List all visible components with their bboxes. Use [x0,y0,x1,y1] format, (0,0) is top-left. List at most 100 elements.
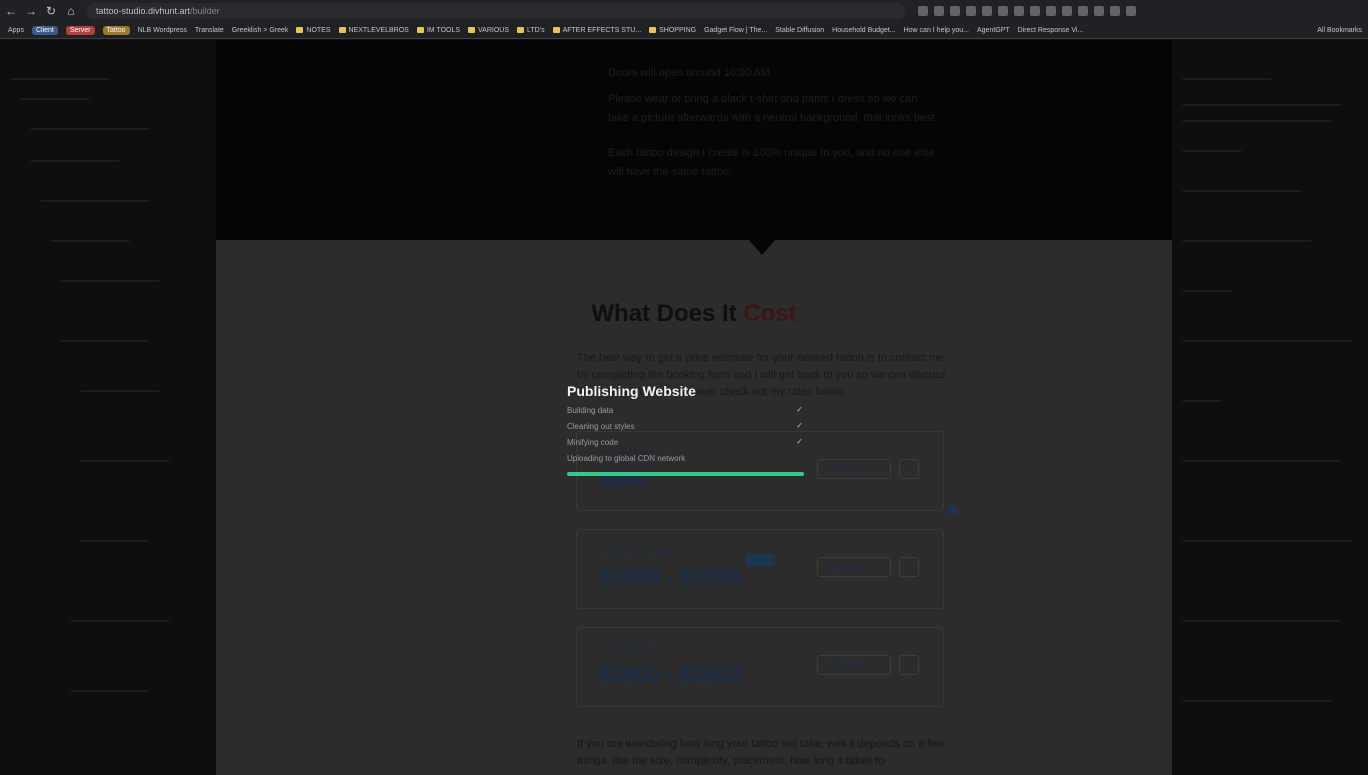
bookmark-folder[interactable]: NOTES [296,26,331,34]
read-more-label: Read More [825,464,871,474]
url-path: /builder [190,6,220,16]
extension-icon[interactable] [950,6,960,16]
bookmark-label: LTD's [527,26,545,34]
bookmark-folder[interactable]: NEXTLEVELBROS [338,26,409,34]
folder-icon [517,27,525,33]
card-label: ⏱ Half-Day Rate [601,546,675,557]
bookmark-tag[interactable]: Client [31,25,58,35]
bookmark-label: Gadget Flow | The... [704,26,768,34]
bookmark-site[interactable]: NLB Wordpress [138,27,187,34]
publish-step-label: Minifying code [567,437,619,447]
bookmark-label: Apps [8,26,24,34]
add-icon[interactable]: + [899,459,919,479]
check-icon: ✓ [796,437,803,446]
publish-step-label: Uploading to global CDN network [567,453,686,463]
card-label-text: Half-Day Rate [611,546,675,557]
progress-fill [567,472,804,476]
bookmark-site[interactable]: Greeklish > Greek [232,27,289,34]
resize-handle[interactable] [948,505,958,515]
reload-icon[interactable]: ↻ [42,2,60,20]
extension-icon[interactable] [934,6,944,16]
extension-icon[interactable] [1094,6,1104,16]
bookmark-site[interactable]: Direct Response Vi... [1018,27,1084,34]
section-title-main: What Does It [591,300,744,327]
bookmark-folder[interactable]: VARIOUS [468,27,509,34]
bookmark-label: How can I help you... [903,26,969,34]
progress-bar [567,472,804,476]
bookmark-tag[interactable]: Tattoo [102,25,130,35]
extension-icon[interactable] [998,6,1008,16]
extension-icon[interactable] [966,6,976,16]
back-icon[interactable]: ← [2,2,20,20]
extension-icon[interactable] [1126,6,1136,16]
bookmark-site[interactable]: Gadget Flow | The... [704,27,767,34]
card-price: $2000 - $2500 [599,662,741,687]
bookmark-label: AFTER EFFECTS STU... [562,26,642,34]
publish-step-label: Cleaning out styles [567,421,635,431]
section-notch [748,239,776,255]
address-bar[interactable]: tattoo-studio.divhunt.art/builder [86,3,906,19]
extension-icon[interactable] [1014,6,1024,16]
duration-text[interactable]: If you are wondering how long your tatto… [577,736,947,770]
card-label-text: Day Rate [611,644,654,655]
bookmark-tag[interactable]: Server [65,25,95,35]
layers-panel [0,40,216,775]
price-card[interactable]: ⏱ Half-Day Rate $1000 - $1250 Read More … [576,529,944,609]
price-card[interactable]: ⏱ Day Rate $2000 - $2500 Read More → + [576,627,944,707]
section-title-accent: Cost [743,300,797,327]
extension-icon[interactable] [1110,6,1120,16]
info-line: Please wear or bring a black t-shirt and… [608,93,938,124]
extension-icon[interactable] [1062,6,1072,16]
extension-icon[interactable] [1078,6,1088,16]
read-more-label: Read More [825,562,871,572]
publish-dialog: Publishing Website Building data ✓ Clean… [567,383,807,483]
folder-icon [468,27,476,33]
bookmark-folder[interactable]: AFTER EFFECTS STU... [552,26,642,34]
bookmark-label: VARIOUS [478,26,510,34]
add-icon[interactable]: + [899,557,919,577]
bookmark-site[interactable]: How can I help you... [904,27,969,34]
bookmark-site[interactable]: AgentGPT [977,27,1010,34]
bookmark-folder[interactable]: LTD's [517,27,545,34]
bookmark-site[interactable]: Stable Diffusion [775,27,824,34]
bookmark-folder[interactable]: SHOPPING [649,27,696,34]
publish-step-label: Building data [567,405,614,415]
forward-icon[interactable]: → [22,2,40,20]
publish-step: Minifying code ✓ [567,434,807,450]
section-title[interactable]: What Does It Cost [216,300,1172,328]
bookmark-site[interactable]: Translate [195,27,224,34]
bookmark-apps[interactable]: Apps [8,27,24,34]
bookmark-label: NOTES [306,26,331,34]
read-more-button[interactable]: Read More → [817,655,891,675]
bookmark-site[interactable]: Household Budget... [832,27,895,34]
info-line: Each tattoo design I create is 100% uniq… [608,147,935,178]
extension-icon[interactable] [918,6,928,16]
read-more-label: Read More [825,660,871,670]
extension-icon[interactable] [982,6,992,16]
browser-toolbar: ← → ↻ ⌂ tattoo-studio.divhunt.art/builde… [0,0,1368,22]
extensions-bar [918,6,1136,16]
read-more-button[interactable]: Read More → [817,459,891,479]
publish-step: Uploading to global CDN network [567,450,807,466]
bookmark-label: AgentGPT [976,26,1010,34]
check-icon: ✓ [796,405,803,414]
element-tag[interactable] [746,554,775,566]
extension-icon[interactable] [1030,6,1040,16]
cost-section[interactable]: What Does It Cost The best way to get a … [216,239,1172,775]
bookmark-folder[interactable]: IM TOOLS [416,27,460,34]
design-panel [1172,40,1368,775]
bookmark-label: Client [31,25,58,35]
bookmark-label: Translate [194,26,224,34]
add-icon[interactable]: + [899,655,919,675]
folder-icon [416,27,424,33]
folder-icon [296,27,304,33]
publish-step: Cleaning out styles ✓ [567,418,807,434]
folder-icon [338,27,346,33]
read-more-button[interactable]: Read More → [817,557,891,577]
bookmark-label: Direct Response Vi... [1017,26,1084,34]
home-icon[interactable]: ⌂ [62,2,80,20]
extension-icon[interactable] [1046,6,1056,16]
all-bookmarks[interactable]: All Bookmarks [1317,27,1368,34]
publish-step: Building data ✓ [567,402,807,418]
bookmark-label: NEXTLEVELBROS [348,26,409,34]
